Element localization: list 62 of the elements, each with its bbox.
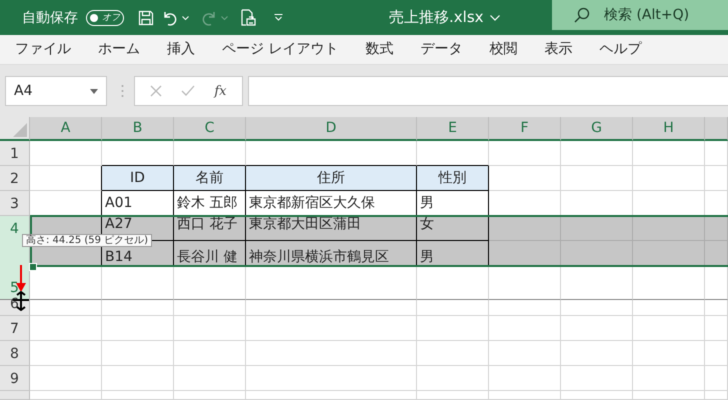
search-icon <box>574 7 590 23</box>
table-cell[interactable]: A01 <box>102 191 174 216</box>
ribbon-tab[interactable]: 表示 <box>544 36 586 64</box>
table-cell[interactable]: 男 <box>417 191 489 216</box>
dropdown-icon[interactable] <box>90 88 98 94</box>
column-header[interactable]: B <box>102 117 174 141</box>
row-header[interactable]: 3 <box>0 191 30 216</box>
ribbon-tab[interactable]: 校閲 <box>489 36 532 64</box>
column-header[interactable]: H <box>633 117 705 141</box>
ribbon-tab[interactable]: ヘルプ <box>599 36 656 64</box>
resize-cursor-icon <box>12 291 30 311</box>
row-header[interactable]: 6 <box>0 300 30 316</box>
column-header[interactable]: A <box>30 117 102 141</box>
column-header[interactable] <box>705 117 728 141</box>
table-cell[interactable]: 鈴木 五郎 <box>174 191 246 216</box>
column-header[interactable]: C <box>174 117 246 141</box>
grip-icon <box>121 84 124 98</box>
ribbon-tab[interactable]: 挿入 <box>167 36 209 64</box>
name-box[interactable]: A4 <box>5 76 107 106</box>
column-header[interactable]: E <box>417 117 489 141</box>
file-name[interactable]: 売上推移.xlsx <box>389 8 500 27</box>
table-cell[interactable]: 性別 <box>417 166 489 191</box>
column-header[interactable]: D <box>246 117 417 141</box>
autosave-label: 自動保存 <box>22 8 78 26</box>
table-cell[interactable]: 東京都大田区蒲田 <box>246 216 417 241</box>
customize-caret-icon[interactable] <box>274 14 283 21</box>
ribbon-tab[interactable]: ホーム <box>98 36 154 64</box>
row-header[interactable]: 8 <box>0 341 30 366</box>
row-header[interactable]: 9 <box>0 366 30 391</box>
table-cell[interactable]: ID <box>102 166 174 191</box>
table-cell[interactable]: 東京都新宿区大久保 <box>246 191 417 216</box>
check-icon[interactable] <box>181 85 196 97</box>
row-header[interactable] <box>0 391 30 400</box>
formula-input[interactable] <box>248 76 728 106</box>
search-field[interactable]: 検索 (Alt+Q) <box>552 0 728 30</box>
ribbon-tab[interactable]: ファイル <box>15 36 85 64</box>
insert-function-button[interactable]: fx <box>214 84 226 98</box>
cancel-icon[interactable] <box>150 85 162 97</box>
print-preview-icon[interactable] <box>240 8 256 26</box>
chevron-icon[interactable] <box>490 14 500 20</box>
table-cell[interactable]: 男 <box>417 241 489 266</box>
column-header[interactable]: F <box>489 117 561 141</box>
table-cell[interactable]: 名前 <box>174 166 246 191</box>
table-cell[interactable]: 神奈川県横浜市鶴見区 <box>246 241 417 266</box>
height-tooltip: 高さ: 44.25 (59 ピクセル) <box>22 234 152 247</box>
save-icon[interactable] <box>138 10 154 26</box>
table-cell[interactable]: 住所 <box>246 166 417 191</box>
table-cell[interactable]: 西口 花子 <box>174 216 246 241</box>
row-header[interactable]: 1 <box>0 141 30 166</box>
table-cell[interactable]: 女 <box>417 216 489 241</box>
ribbon-tab[interactable]: 数式 <box>365 36 408 64</box>
ribbon-tab[interactable]: ページ レイアウト <box>222 36 352 64</box>
table-cell[interactable]: 長谷川 健 <box>174 241 246 266</box>
row-header[interactable]: 7 <box>0 316 30 341</box>
ribbon-tab[interactable]: データ <box>420 36 476 64</box>
fill-handle[interactable] <box>29 263 37 271</box>
autosave-toggle[interactable]: オフ <box>86 10 124 26</box>
column-header[interactable]: G <box>561 117 633 141</box>
down-arrow-icon <box>16 265 26 292</box>
caret-icon[interactable] <box>182 16 189 20</box>
row-header[interactable]: 2 <box>0 166 30 191</box>
undo-icon[interactable] <box>162 10 178 26</box>
